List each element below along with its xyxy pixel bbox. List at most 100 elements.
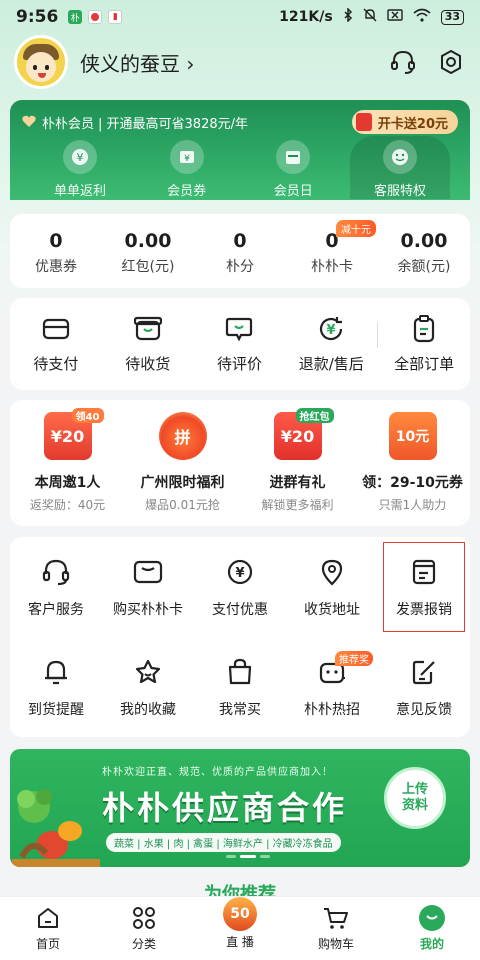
stat-pupu-card[interactable]: 减十元 0 朴朴卡 xyxy=(286,214,378,288)
promo-subtitle: 爆品0.01元抢 xyxy=(145,498,220,512)
bluetooth-icon xyxy=(343,7,353,26)
stat-coupons[interactable]: 0 优惠券 xyxy=(10,214,102,288)
user-nickname[interactable]: 侠义的蚕豆 › xyxy=(80,48,194,77)
status-bar: 9:56 朴 ▮ 121K/s 33 xyxy=(0,0,480,34)
shopping-bag-icon xyxy=(225,657,255,687)
bottom-tab-bar: 首页 分类 50 直 播 购物车 我的 xyxy=(0,896,480,960)
grid-icon xyxy=(131,905,157,931)
membership-card[interactable]: 朴朴会员 | 开通最高可省3828元/年 开卡送20元 ¥ 单单返利 ¥ 会员券… xyxy=(10,100,470,200)
sim-icon xyxy=(386,9,403,25)
wifi-icon xyxy=(413,8,431,26)
home-icon xyxy=(35,905,61,931)
red-packet-icon: ¥20 领40 xyxy=(43,408,104,460)
list-clipboard-icon xyxy=(409,314,439,343)
order-pending-payment[interactable]: 待支付 xyxy=(10,315,102,374)
stat-label: 朴分 xyxy=(226,259,254,275)
benefit-coupon[interactable]: ¥ 会员券 xyxy=(137,140,237,199)
service-recruitment[interactable]: 推荐奖 朴朴热招 xyxy=(286,637,378,737)
stat-value: 0 xyxy=(49,230,63,252)
promo-image-text: 10元 xyxy=(395,429,430,445)
star-icon xyxy=(133,657,163,687)
app-notification-icon xyxy=(88,10,103,24)
service-label: 我常买 xyxy=(219,702,261,718)
service-invoice[interactable]: 发票报销 xyxy=(378,537,470,637)
svg-text:¥: ¥ xyxy=(77,151,84,164)
calendar-icon xyxy=(276,140,311,174)
settings-gear-icon[interactable] xyxy=(436,47,466,77)
cart-icon xyxy=(323,905,349,931)
stat-label: 优惠券 xyxy=(35,259,77,275)
benefit-label: 会员券 xyxy=(167,184,207,199)
tab-label: 首页 xyxy=(35,937,60,951)
promo-title: 领：29-10元券 xyxy=(362,475,463,491)
promo-flash-deal[interactable]: 拼 广州限时福利 爆品0.01元抢 xyxy=(125,400,240,526)
order-all[interactable]: 全部订单 xyxy=(378,314,470,374)
banner-categories: 蔬菜 | 水果 | 肉 | 禽蛋 | 海鲜水产 | 冷藏冷冻食品 xyxy=(106,833,341,852)
stat-value: 0.00 xyxy=(124,230,172,252)
stat-red-packets[interactable]: 0.00 红包(元) xyxy=(102,214,194,288)
promo-coupon[interactable]: 10元 领：29-10元券 只需1人助力 xyxy=(355,400,470,526)
avatar[interactable] xyxy=(14,35,68,89)
stat-label: 红包(元) xyxy=(121,259,175,275)
order-label: 退款/售后 xyxy=(298,354,364,373)
tab-home[interactable]: 首页 xyxy=(0,897,96,960)
chat-bubble-icon xyxy=(224,315,254,343)
tab-cart[interactable]: 购物车 xyxy=(288,897,384,960)
carousel-dot xyxy=(226,855,236,858)
open-card-label: 开卡送20元 xyxy=(377,116,448,132)
yuan-coin-icon: ¥ xyxy=(225,557,255,587)
location-pin-icon xyxy=(317,557,347,587)
refund-yuan-icon: ¥ xyxy=(316,315,346,343)
red-packet-icon xyxy=(355,113,372,131)
benefit-service[interactable]: 客服特权 xyxy=(349,136,450,199)
stat-balance[interactable]: 0.00 余额(元) xyxy=(378,214,470,288)
upload-documents-button[interactable]: 上传 资料 xyxy=(384,767,446,829)
benefit-label: 单单返利 xyxy=(53,184,106,199)
chevron-right-icon: › xyxy=(186,51,195,76)
order-refund[interactable]: ¥ 退款/售后 xyxy=(285,315,377,374)
heart-icon xyxy=(22,113,36,132)
service-customer-support[interactable]: 客户服务 xyxy=(10,537,102,637)
service-label: 客户服务 xyxy=(28,602,84,618)
service-label: 支付优惠 xyxy=(212,602,268,618)
supplier-banner[interactable]: 朴朴欢迎正直、规范、优质的产品供应商加入！ 朴朴供应商合作 蔬菜 | 水果 | … xyxy=(10,749,470,867)
stat-points[interactable]: 0 朴分 xyxy=(194,214,286,288)
headset-icon[interactable] xyxy=(388,47,418,77)
tab-live[interactable]: 50 直 播 xyxy=(192,897,288,960)
service-favorites[interactable]: 我的收藏 xyxy=(102,637,194,737)
profile-header: 侠义的蚕豆 › xyxy=(14,35,466,89)
service-payment-offers[interactable]: ¥ 支付优惠 xyxy=(194,537,286,637)
service-feedback[interactable]: 意见反馈 xyxy=(378,637,470,737)
coupon-icon: ¥ xyxy=(169,140,204,174)
svg-text:¥: ¥ xyxy=(327,323,336,338)
carousel-indicator xyxy=(226,855,270,858)
cta-line: 资料 xyxy=(401,798,428,813)
edit-note-icon xyxy=(409,657,439,687)
service-frequent-buys[interactable]: 我常买 xyxy=(194,637,286,737)
banner-tagline: 朴朴欢迎正直、规范、优质的产品供应商加入！ xyxy=(102,767,333,778)
benefit-member-day[interactable]: 会员日 xyxy=(243,140,343,199)
stat-value: 0.00 xyxy=(400,230,448,252)
open-card-button[interactable]: 开卡送20元 xyxy=(351,110,458,134)
service-buy-card[interactable]: 购买朴朴卡 xyxy=(102,537,194,637)
order-label: 全部订单 xyxy=(394,354,455,373)
member-benefits: ¥ 单单返利 ¥ 会员券 会员日 客服特权 xyxy=(10,136,470,199)
tab-me[interactable]: 我的 xyxy=(384,897,480,960)
benefit-rebate[interactable]: ¥ 单单返利 xyxy=(30,140,130,199)
service-label: 意见反馈 xyxy=(396,702,452,718)
app-notification-icon: 朴 xyxy=(68,10,83,24)
order-pending-receipt[interactable]: 待收货 xyxy=(102,315,194,374)
service-label: 收货地址 xyxy=(304,602,360,618)
robot-chat-icon: 推荐奖 xyxy=(317,651,373,687)
promo-invite[interactable]: ¥20 领40 本周邀1人 返奖励：40元 xyxy=(10,400,125,526)
promo-subtitle: 解锁更多福利 xyxy=(261,498,334,512)
order-pending-review[interactable]: 待评价 xyxy=(194,315,286,374)
service-arrival-alert[interactable]: 到货提醒 xyxy=(10,637,102,737)
promo-group-gift[interactable]: ¥20 抢红包 进群有礼 解锁更多福利 xyxy=(240,400,355,526)
promo-tag: 抢红包 xyxy=(295,408,334,423)
service-address[interactable]: 收货地址 xyxy=(286,537,378,637)
status-time: 9:56 xyxy=(16,7,59,27)
orders-section: 待支付 待收货 待评价 ¥ 退款/售后 全部订单 xyxy=(10,298,470,390)
tab-category[interactable]: 分类 xyxy=(96,897,192,960)
app-notification-icon: ▮ xyxy=(108,10,123,24)
